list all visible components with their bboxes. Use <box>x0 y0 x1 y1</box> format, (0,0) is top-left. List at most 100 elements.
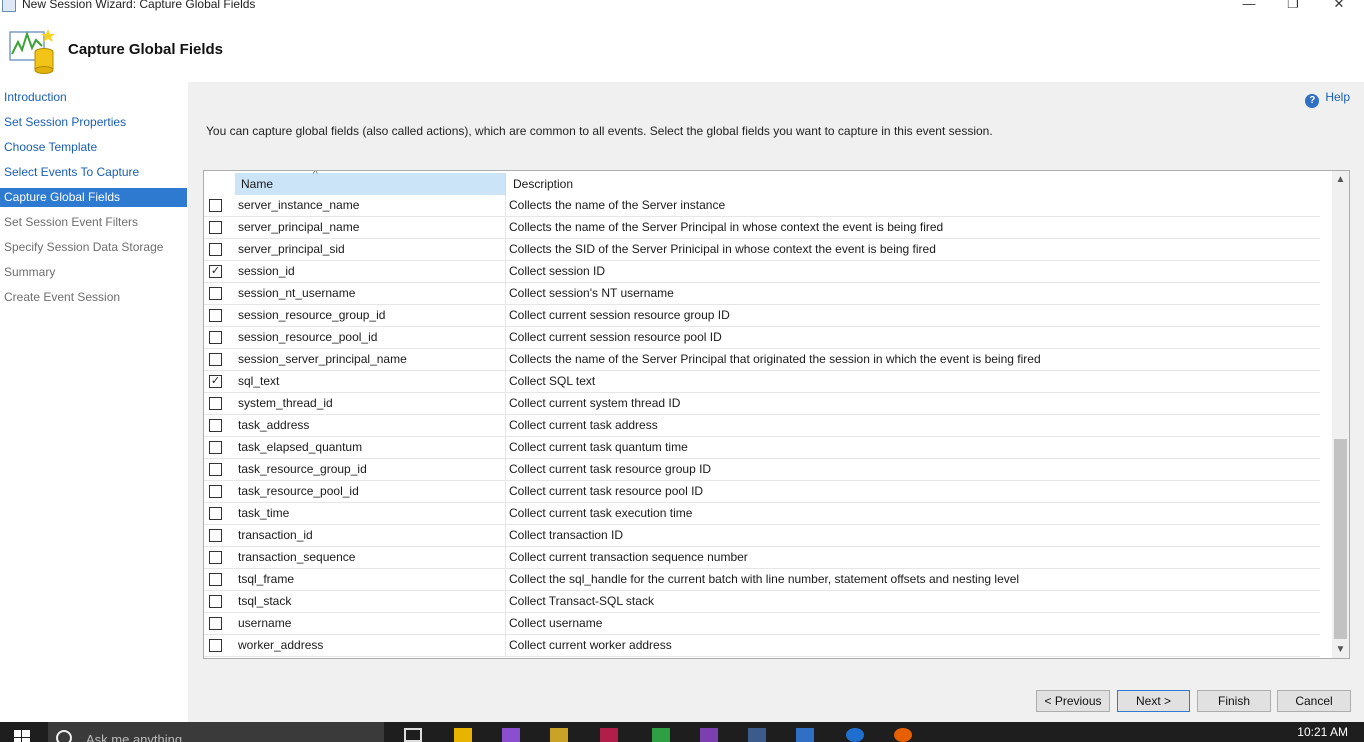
table-row[interactable]: transaction_id Collect transaction ID <box>204 525 1320 547</box>
row-checkbox[interactable] <box>209 309 222 322</box>
scrollbar-thumb[interactable] <box>1334 439 1347 639</box>
ssms-icon[interactable] <box>550 728 568 742</box>
field-description-cell: Collect current task address <box>509 418 658 432</box>
page-title: Capture Global Fields <box>68 41 224 58</box>
field-name-cell: transaction_sequence <box>238 547 506 568</box>
table-row[interactable]: session_nt_username Collect session's NT … <box>204 283 1320 305</box>
row-checkbox[interactable] <box>209 639 222 652</box>
field-description-cell: Collect session ID <box>509 264 606 278</box>
taskbar-app-icon[interactable] <box>652 728 670 742</box>
cancel-button[interactable]: Cancel <box>1277 690 1351 712</box>
session-wizard-logo-icon <box>9 29 55 74</box>
previous-button[interactable]: < Previous <box>1036 690 1110 712</box>
row-checkbox[interactable]: ✓ <box>209 265 222 278</box>
scroll-down-icon[interactable]: ▼ <box>1332 641 1349 658</box>
row-checkbox[interactable] <box>209 287 222 300</box>
sidebar-item-capture-global-fields[interactable]: Capture Global Fields <box>0 188 187 207</box>
taskbar-app-icon[interactable] <box>454 728 472 742</box>
table-row[interactable]: server_instance_name Collects the name of… <box>204 195 1320 217</box>
table-row[interactable]: task_resource_pool_id Collect current tas… <box>204 481 1320 503</box>
field-name-cell: tsql_stack <box>238 591 506 612</box>
row-checkbox[interactable]: ✓ <box>209 375 222 388</box>
row-checkbox[interactable] <box>209 199 222 212</box>
sidebar-item-introduction[interactable]: Introduction <box>0 88 187 107</box>
row-checkbox[interactable] <box>209 397 222 410</box>
table-row[interactable]: session_resource_pool_id Collect current … <box>204 327 1320 349</box>
taskbar-app-icon[interactable] <box>748 728 766 742</box>
table-row[interactable]: system_thread_id Collect current system t… <box>204 393 1320 415</box>
help-link[interactable]: ? Help <box>1305 90 1350 108</box>
scroll-up-icon[interactable]: ▲ <box>1332 171 1349 188</box>
instructions-text: You can capture global fields (also call… <box>206 124 993 138</box>
row-checkbox[interactable] <box>209 463 222 476</box>
sidebar-item-choose-template[interactable]: Choose Template <box>0 138 187 157</box>
global-fields-grid[interactable]: Name ^ Description server_instance_name C… <box>203 170 1350 659</box>
sidebar-item-set-session-properties[interactable]: Set Session Properties <box>0 113 187 132</box>
table-row[interactable]: ✓ session_id Collect session ID <box>204 261 1320 283</box>
row-checkbox[interactable] <box>209 507 222 520</box>
help-icon: ? <box>1305 94 1320 108</box>
onenote-icon[interactable] <box>700 728 718 742</box>
field-description-cell: Collect current session resource pool ID <box>509 330 722 344</box>
field-description-cell: Collect current task resource pool ID <box>509 484 704 498</box>
field-name-cell: sql_text <box>238 371 506 392</box>
table-row[interactable]: task_resource_group_id Collect current ta… <box>204 459 1320 481</box>
title-bar: New Session Wizard: Capture Global Field… <box>0 0 1364 14</box>
task-view-icon[interactable] <box>404 728 422 742</box>
field-description-cell: Collect SQL text <box>509 374 596 388</box>
minimize-button[interactable]: — <box>1226 0 1272 12</box>
table-row[interactable]: server_principal_sid Collects the SID of … <box>204 239 1320 261</box>
grid-vertical-scrollbar[interactable]: ▲ ▼ <box>1332 171 1349 658</box>
visual-studio-icon[interactable] <box>502 728 520 742</box>
row-checkbox[interactable] <box>209 221 222 234</box>
sidebar-item-select-events[interactable]: Select Events To Capture <box>0 163 187 182</box>
table-row[interactable]: tsql_frame Collect the sql_handle for the… <box>204 569 1320 591</box>
row-checkbox[interactable] <box>209 551 222 564</box>
table-row[interactable]: task_time Collect current task execution … <box>204 503 1320 525</box>
field-description-cell: Collects the name of the Server Principa… <box>509 352 1041 366</box>
field-name-cell: server_instance_name <box>238 195 506 216</box>
row-checkbox[interactable] <box>209 419 222 432</box>
row-checkbox[interactable] <box>209 595 222 608</box>
row-checkbox[interactable] <box>209 485 222 498</box>
taskbar-app-icon[interactable] <box>600 728 618 742</box>
search-icon <box>56 730 72 742</box>
field-name-cell: transaction_id <box>238 525 506 546</box>
row-checkbox[interactable] <box>209 617 222 630</box>
next-button[interactable]: Next > <box>1117 690 1190 712</box>
table-row[interactable]: ✓ sql_text Collect SQL text <box>204 371 1320 393</box>
row-checkbox[interactable] <box>209 529 222 542</box>
table-row[interactable]: worker_address Collect current worker add… <box>204 635 1320 657</box>
taskbar-app-icon[interactable] <box>796 728 814 742</box>
row-checkbox[interactable] <box>209 331 222 344</box>
row-checkbox[interactable] <box>209 243 222 256</box>
field-description-cell: Collect current worker address <box>509 638 672 652</box>
maximize-button[interactable]: ❐ <box>1270 0 1316 12</box>
field-name-cell: task_elapsed_quantum <box>238 437 506 458</box>
windows-start-icon[interactable] <box>14 730 30 742</box>
wizard-steps-sidebar: Introduction Set Session Properties Choo… <box>0 82 188 722</box>
field-name-cell: worker_address <box>238 635 506 656</box>
firefox-icon[interactable] <box>894 728 912 742</box>
table-row[interactable]: task_address Collect current task address <box>204 415 1320 437</box>
table-row[interactable]: server_principal_name Collects the name o… <box>204 217 1320 239</box>
row-checkbox[interactable] <box>209 441 222 454</box>
column-header-name[interactable]: Name ^ <box>235 171 506 195</box>
taskbar-search-box[interactable]: Ask me anything <box>48 722 384 742</box>
close-button[interactable]: ✕ <box>1316 0 1362 12</box>
column-header-name-label: Name <box>241 177 274 191</box>
taskbar-search-placeholder: Ask me anything <box>86 732 183 742</box>
table-row[interactable]: session_resource_group_id Collect current… <box>204 305 1320 327</box>
finish-button[interactable]: Finish <box>1197 690 1271 712</box>
table-row[interactable]: task_elapsed_quantum Collect current task… <box>204 437 1320 459</box>
table-row[interactable]: session_server_principal_name Collects th… <box>204 349 1320 371</box>
table-row[interactable]: username Collect username <box>204 613 1320 635</box>
table-row[interactable]: tsql_stack Collect Transact-SQL stack <box>204 591 1320 613</box>
table-row[interactable]: transaction_sequence Collect current tran… <box>204 547 1320 569</box>
row-checkbox[interactable] <box>209 573 222 586</box>
field-name-cell: session_id <box>238 261 506 282</box>
taskbar-app-icon[interactable] <box>846 728 864 742</box>
row-checkbox[interactable] <box>209 353 222 366</box>
column-header-description[interactable]: Description <box>507 173 1322 195</box>
field-description-cell: Collects the SID of the Server Prinicipa… <box>509 242 936 256</box>
